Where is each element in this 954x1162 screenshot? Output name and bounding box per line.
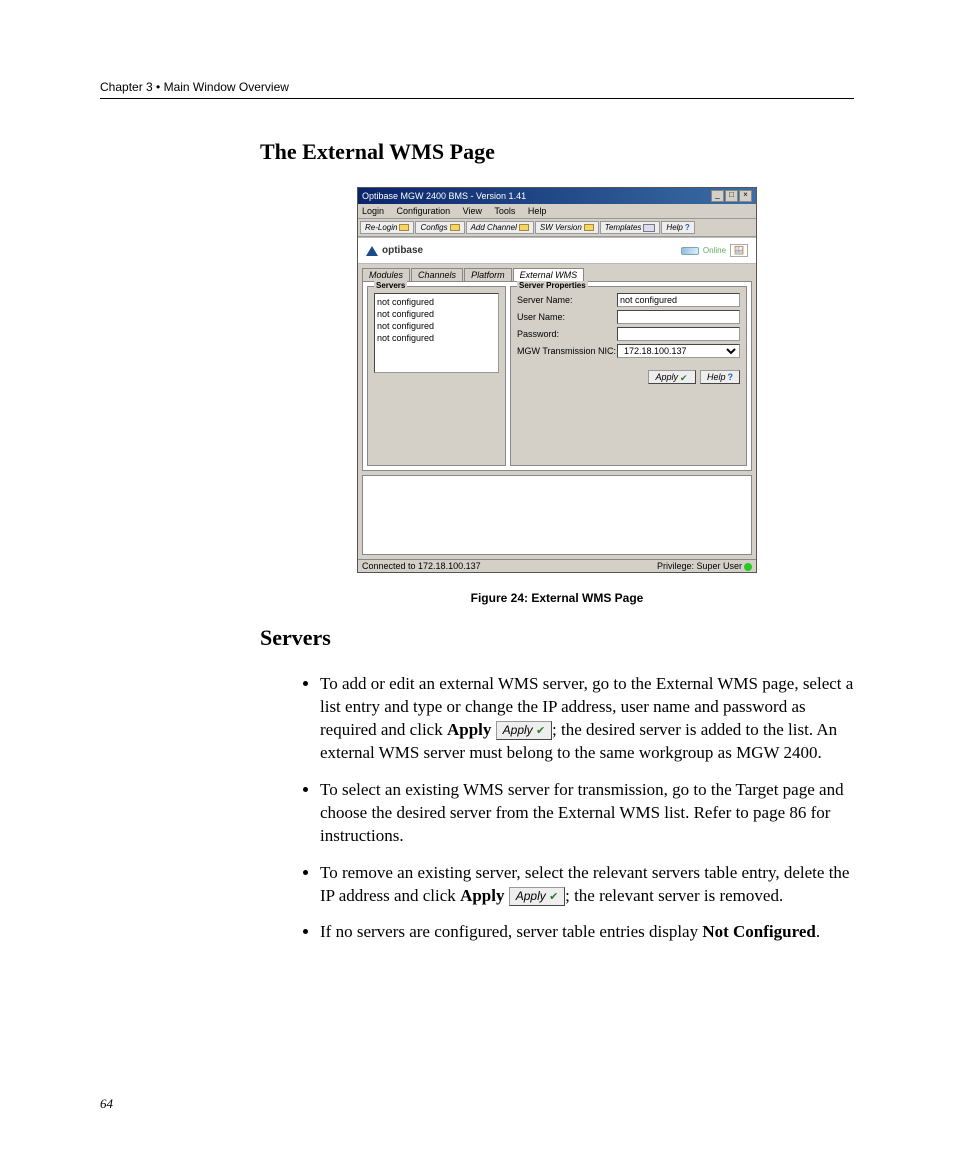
help-icon: ? bbox=[728, 372, 734, 382]
menu-configuration[interactable]: Configuration bbox=[397, 206, 451, 216]
lower-panel bbox=[362, 475, 752, 555]
logo-row: optibase Online 🪟 bbox=[358, 237, 756, 264]
apply-button[interactable]: Apply bbox=[648, 370, 696, 384]
server-properties-legend: Server Properties bbox=[517, 281, 588, 290]
section-title-1: The External WMS Page bbox=[260, 139, 854, 165]
check-icon bbox=[549, 888, 558, 896]
optibase-logo-text: optibase bbox=[382, 245, 423, 256]
servers-legend: Servers bbox=[374, 281, 407, 290]
add-channel-button[interactable]: Add Channel bbox=[466, 221, 534, 234]
folder-icon bbox=[450, 224, 460, 231]
folder-icon bbox=[519, 224, 529, 231]
windows-media-badge: 🪟 bbox=[730, 244, 748, 257]
list-item[interactable]: not configured bbox=[377, 320, 496, 332]
list-item: To select an existing WMS server for tra… bbox=[320, 779, 854, 848]
tabbar: Modules Channels Platform External WMS bbox=[358, 264, 756, 281]
user-name-label: User Name: bbox=[517, 312, 617, 322]
list-item: If no servers are configured, server tab… bbox=[320, 921, 854, 944]
list-item[interactable]: not configured bbox=[377, 332, 496, 344]
folder-icon bbox=[399, 224, 409, 231]
body-list: To add or edit an external WMS server, g… bbox=[260, 673, 854, 944]
minimize-icon[interactable]: _ bbox=[711, 190, 724, 202]
nic-select[interactable]: 172.18.100.137 bbox=[617, 344, 740, 358]
menu-login[interactable]: Login bbox=[362, 206, 384, 216]
check-icon bbox=[536, 722, 545, 730]
page-number: 64 bbox=[100, 1096, 113, 1112]
tab-platform[interactable]: Platform bbox=[464, 268, 512, 281]
templates-icon bbox=[643, 224, 655, 232]
statusbar: Connected to 172.18.100.137 Privilege: S… bbox=[358, 559, 756, 572]
sw-version-button[interactable]: SW Version bbox=[535, 221, 599, 234]
toolbar: Re-Login Configs Add Channel SW Version … bbox=[358, 219, 756, 237]
apply-word: Apply bbox=[447, 720, 491, 739]
menu-tools[interactable]: Tools bbox=[494, 206, 515, 216]
page-header: Chapter 3 • Main Window Overview bbox=[100, 80, 854, 99]
toolbar-help-button[interactable]: Help ? bbox=[661, 221, 694, 234]
app-window: Optibase MGW 2400 BMS - Version 1.41 _ □… bbox=[357, 187, 757, 573]
inline-apply-button: Apply bbox=[509, 887, 565, 906]
window-title: Optibase MGW 2400 BMS - Version 1.41 bbox=[362, 191, 526, 201]
help-button[interactable]: Help ? bbox=[700, 370, 740, 384]
list-item[interactable]: not configured bbox=[377, 296, 496, 308]
status-left: Connected to 172.18.100.137 bbox=[362, 561, 481, 571]
tab-content: Servers not configured not configured no… bbox=[362, 281, 752, 471]
tab-channels[interactable]: Channels bbox=[411, 268, 463, 281]
section-title-2: Servers bbox=[260, 625, 854, 651]
list-item: To remove an existing server, select the… bbox=[320, 862, 854, 908]
not-configured-bold: Not Configured bbox=[702, 922, 816, 941]
server-name-label: Server Name: bbox=[517, 295, 617, 305]
menubar: Login Configuration View Tools Help bbox=[358, 204, 756, 219]
status-right: Privilege: Super User bbox=[657, 561, 752, 571]
relogin-button[interactable]: Re-Login bbox=[360, 221, 414, 234]
servers-fieldset: Servers not configured not configured no… bbox=[367, 286, 506, 466]
figure-caption: Figure 24: External WMS Page bbox=[471, 591, 644, 605]
password-input[interactable] bbox=[617, 327, 740, 341]
list-item: To add or edit an external WMS server, g… bbox=[320, 673, 854, 765]
maximize-icon[interactable]: □ bbox=[725, 190, 738, 202]
apply-word: Apply bbox=[460, 886, 504, 905]
servers-list[interactable]: not configured not configured not config… bbox=[374, 293, 499, 373]
server-name-input[interactable] bbox=[617, 293, 740, 307]
help-icon: ? bbox=[685, 223, 690, 232]
list-item[interactable]: not configured bbox=[377, 308, 496, 320]
menu-help[interactable]: Help bbox=[528, 206, 547, 216]
check-icon bbox=[680, 373, 689, 381]
templates-button[interactable]: Templates bbox=[600, 221, 661, 234]
nic-label: MGW Transmission NIC: bbox=[517, 346, 617, 356]
inline-apply-button: Apply bbox=[496, 721, 552, 740]
online-arrow-icon bbox=[681, 247, 699, 255]
window-titlebar: Optibase MGW 2400 BMS - Version 1.41 _ □… bbox=[358, 188, 756, 204]
configs-button[interactable]: Configs bbox=[415, 221, 464, 234]
chapter-text: Chapter 3 • Main Window Overview bbox=[100, 80, 289, 94]
user-name-input[interactable] bbox=[617, 310, 740, 324]
tab-modules[interactable]: Modules bbox=[362, 268, 410, 281]
optibase-logo-icon bbox=[366, 246, 378, 256]
menu-view[interactable]: View bbox=[463, 206, 482, 216]
tab-external-wms[interactable]: External WMS bbox=[513, 268, 585, 281]
server-properties-fieldset: Server Properties Server Name: User Name… bbox=[510, 286, 747, 466]
figure-container: Optibase MGW 2400 BMS - Version 1.41 _ □… bbox=[260, 187, 854, 605]
online-text: Online bbox=[703, 246, 726, 255]
close-icon[interactable]: × bbox=[739, 190, 752, 202]
status-dot-icon bbox=[744, 563, 752, 571]
password-label: Password: bbox=[517, 329, 617, 339]
folder-icon bbox=[584, 224, 594, 231]
